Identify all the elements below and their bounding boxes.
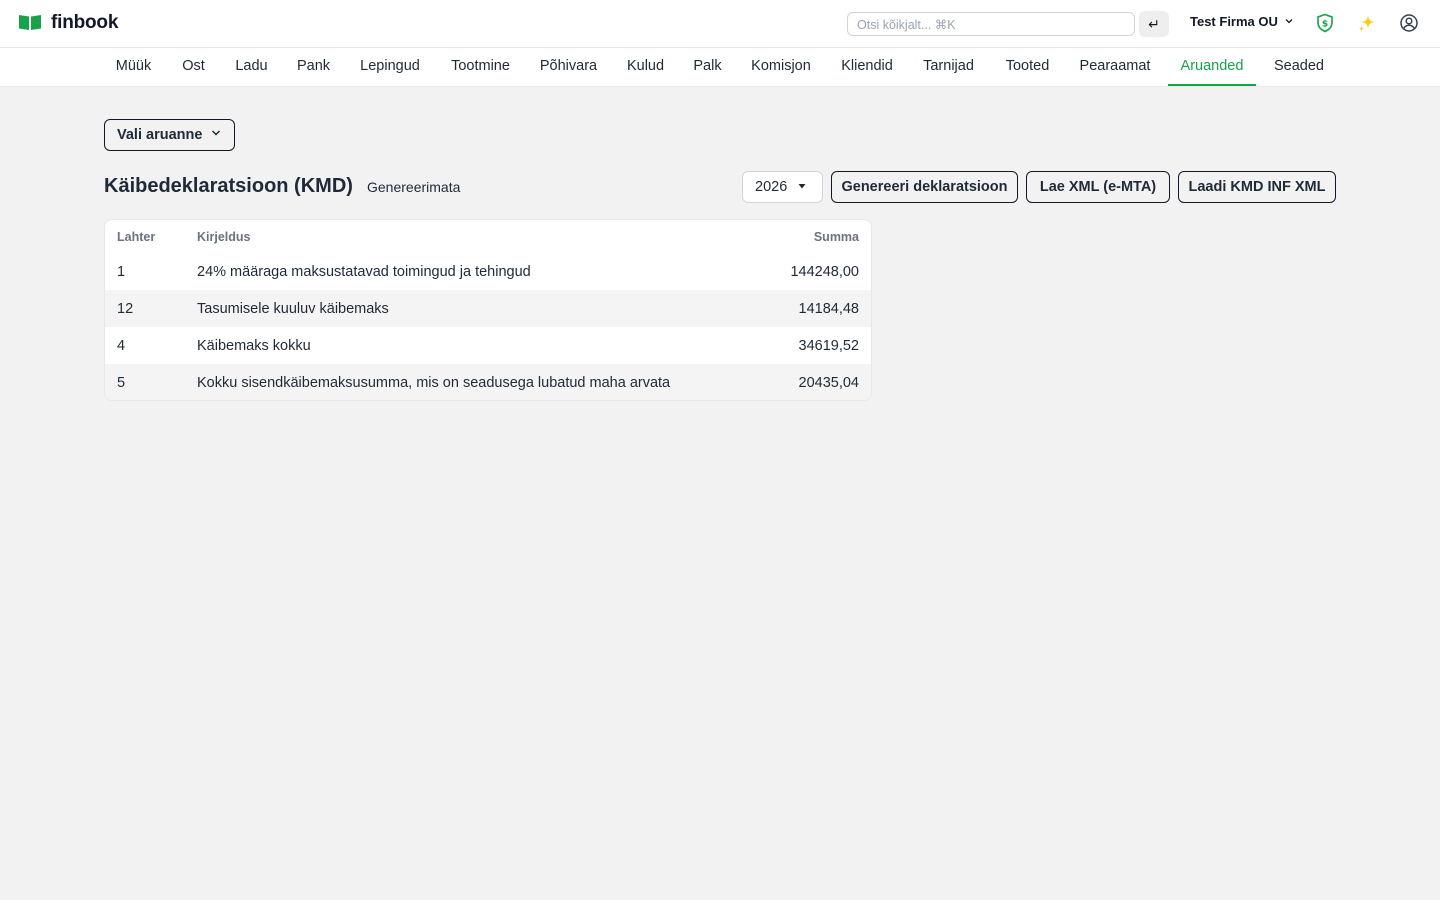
tab-palk[interactable]: Palk (683, 48, 732, 86)
row-sum: 20435,04 (798, 374, 859, 391)
row-box: 12 (117, 300, 134, 317)
search-input[interactable]: Otsi kõikjalt... ⌘K (847, 12, 1135, 36)
table-row[interactable]: 5 Kokku sisendkäibemaksusumma, mis on se… (105, 364, 871, 400)
header-box: Lahter (117, 229, 156, 244)
upload-xml-button[interactable]: Lae XML (e-MTA) (1026, 171, 1170, 203)
tab-tootmine[interactable]: Tootmine (439, 48, 522, 86)
report-select-button[interactable]: Vali aruanne (104, 119, 235, 151)
year-select[interactable]: 2026 (742, 171, 823, 203)
tab-seaded[interactable]: Seaded (1263, 48, 1335, 86)
generate-declaration-button[interactable]: Genereeri deklaratsioon (831, 171, 1018, 203)
row-description: Käibemaks kokku (197, 337, 311, 354)
tab-lepingud[interactable]: Lepingud (348, 48, 432, 86)
tab-kliendid[interactable]: Kliendid (830, 48, 904, 86)
chevron-down-icon (1284, 14, 1294, 29)
tab-myyk[interactable]: Müük (104, 48, 163, 86)
row-sum: 144248,00 (790, 263, 859, 280)
header-sum: Summa (813, 229, 859, 244)
tab-ost[interactable]: Ost (170, 48, 217, 86)
book-icon (18, 13, 42, 34)
page-title: Käibedeklaratsioon (KMD) (104, 175, 353, 197)
row-description: Kokku sisendkäibemaksusumma, mis on sead… (197, 374, 671, 391)
top-bar: finbook Otsi kõikjalt... ⌘K ↵ Test Firma… (0, 0, 1440, 48)
caret-down-icon (797, 179, 807, 195)
search-submit-button[interactable]: ↵ (1139, 11, 1169, 37)
row-box: 4 (117, 337, 126, 354)
tab-kulud[interactable]: Kulud (615, 48, 676, 86)
row-sum: 34619,52 (798, 337, 859, 354)
company-name: Test Firma OU (1190, 14, 1278, 29)
row-description: Tasumisele kuuluv käibemaks (197, 300, 389, 317)
status-label: Genereerimata (367, 179, 461, 195)
year-value: 2026 (755, 179, 788, 195)
tab-tooted[interactable]: Tooted (993, 48, 1062, 86)
main-nav: Müük Ost Ladu Pank Lepingud Tootmine Põh… (0, 48, 1440, 87)
tab-aruanded[interactable]: Aruanded (1168, 48, 1256, 86)
chevron-down-icon (210, 127, 222, 143)
search-placeholder: Otsi kõikjalt... ⌘K (857, 17, 956, 32)
kmd-table: Lahter Kirjeldus Summa 1 24% määraga mak… (104, 219, 872, 401)
tab-tarnijad[interactable]: Tarnijad (911, 48, 986, 86)
logo[interactable]: finbook (18, 12, 118, 34)
app-name: finbook (51, 12, 119, 33)
row-sum: 14184,48 (798, 300, 859, 317)
row-box: 5 (117, 374, 126, 391)
table-row[interactable]: 1 24% määraga maksustatavad toimingud ja… (105, 253, 871, 290)
tab-ladu[interactable]: Ladu (224, 48, 279, 86)
tab-komisjon[interactable]: Komisjon (739, 48, 823, 86)
shield-dollar-icon[interactable]: $ (1314, 12, 1336, 34)
row-box: 1 (117, 263, 126, 280)
report-select-label: Vali aruanne (117, 127, 203, 143)
sparkle-icon[interactable] (1356, 12, 1378, 34)
table-row[interactable]: 4 Käibemaks kokku 34619,52 (105, 327, 871, 364)
table-row[interactable]: 12 Tasumisele kuuluv käibemaks 14184,48 (105, 290, 871, 327)
download-kmd-inf-xml-button[interactable]: Laadi KMD INF XML (1178, 171, 1336, 203)
enter-icon: ↵ (1148, 15, 1160, 32)
row-description: 24% määraga maksustatavad toimingud ja t… (197, 263, 531, 280)
tab-pank[interactable]: Pank (286, 48, 341, 86)
tab-pohivara[interactable]: Põhivara (529, 48, 608, 86)
tab-pearaamat[interactable]: Pearaamat (1069, 48, 1161, 86)
header-description: Kirjeldus (197, 229, 251, 244)
svg-text:$: $ (1322, 20, 1328, 30)
company-switcher[interactable]: Test Firma OU (1190, 14, 1294, 29)
user-circle-icon[interactable] (1398, 12, 1420, 34)
table-header: Lahter Kirjeldus Summa (105, 220, 871, 253)
